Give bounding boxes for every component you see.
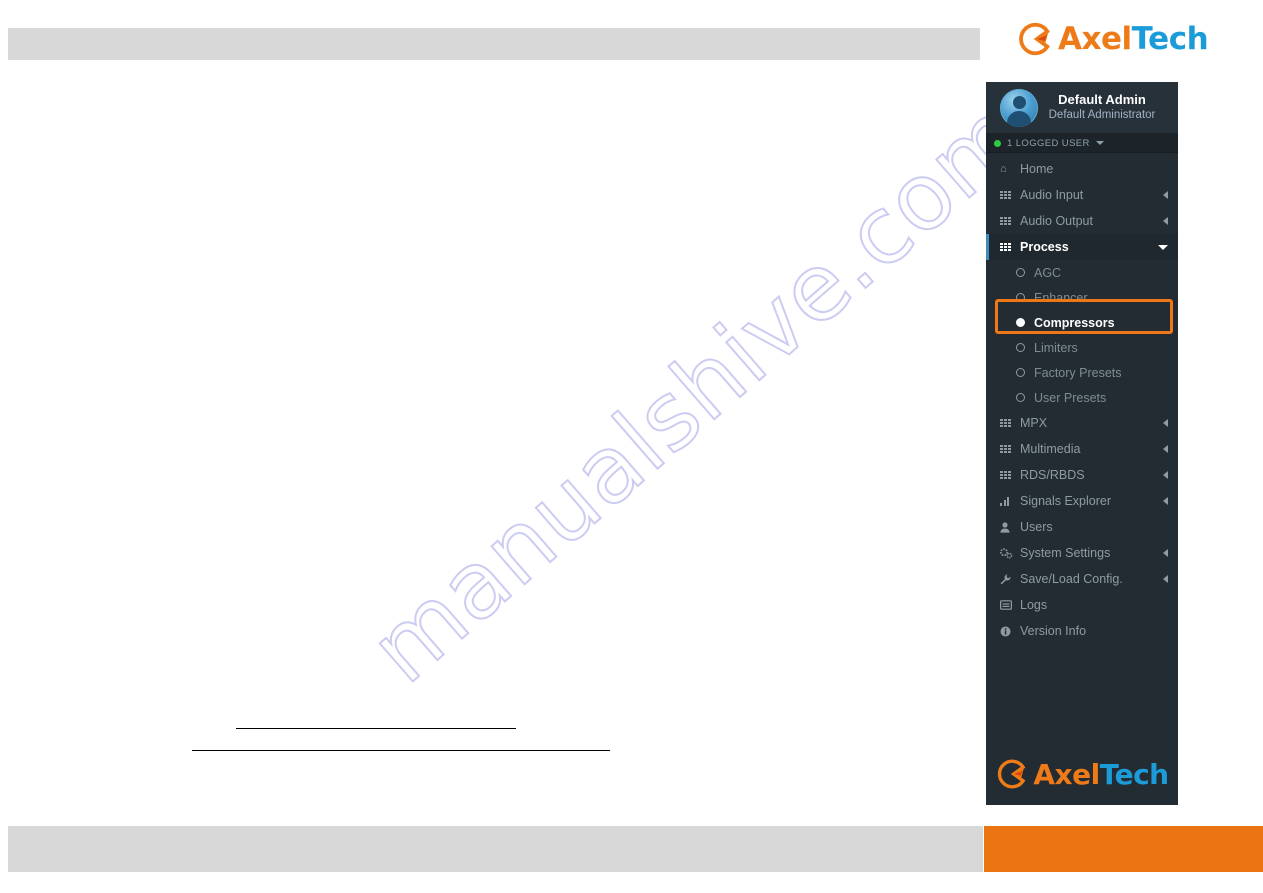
user-name: Default Admin	[1058, 92, 1146, 108]
sidebar-item-label: Audio Output	[1020, 214, 1093, 228]
page-footer-accent-bar	[984, 826, 1263, 872]
submenu-item-label: Factory Presets	[1034, 365, 1122, 380]
chevron-left-icon	[1163, 471, 1168, 479]
submenu-item-user-presets[interactable]: User Presets	[986, 385, 1178, 410]
sidebar-item-users[interactable]: Users	[986, 514, 1178, 540]
grid-icon	[1000, 242, 1014, 252]
sidebar-nav: ⌂ Home Audio Input Audio Output Process …	[986, 153, 1178, 644]
sidebar-item-version-info[interactable]: Version Info	[986, 618, 1178, 644]
content-rule-top	[236, 728, 516, 729]
chevron-left-icon	[1163, 191, 1168, 199]
sidebar-item-label: RDS/RBDS	[1020, 468, 1085, 482]
sidebar-item-rds-rbds[interactable]: RDS/RBDS	[986, 462, 1178, 488]
grid-icon	[1000, 216, 1014, 226]
bar-chart-icon	[1000, 496, 1014, 506]
sidebar-item-label: System Settings	[1020, 546, 1111, 560]
chevron-left-icon	[1163, 575, 1168, 583]
user-role: Default Administrator	[1048, 109, 1156, 122]
brand-word-axel: Axel	[1058, 21, 1132, 57]
user-info: Default Admin Default Administrator	[1038, 92, 1168, 123]
sidebar-item-mpx[interactable]: MPX	[986, 410, 1178, 436]
sidebar-item-audio-input[interactable]: Audio Input	[986, 182, 1178, 208]
brand-logo-footer: AxelTech	[995, 757, 1169, 791]
sidebar-item-label: Version Info	[1020, 624, 1087, 638]
sidebar-item-label: Audio Input	[1020, 188, 1084, 202]
watermark: manualshive.com	[350, 78, 1047, 704]
online-status-dot-icon	[994, 139, 1001, 147]
submenu-item-enhancer[interactable]: Enhancer	[986, 285, 1178, 310]
submenu-item-compressors[interactable]: Compressors	[986, 310, 1178, 335]
logged-user-label: 1 LOGGED USER	[1007, 137, 1090, 149]
brand-wordmark: AxelTech	[1058, 21, 1209, 57]
sidebar-item-system-settings[interactable]: System Settings	[986, 540, 1178, 566]
submenu-item-limiters[interactable]: Limiters	[986, 335, 1178, 360]
grid-icon	[1000, 418, 1014, 428]
submenu-item-agc[interactable]: AGC	[986, 260, 1178, 285]
radio-bullet-icon	[1016, 393, 1025, 402]
chevron-left-icon	[1163, 497, 1168, 505]
user-avatar-icon	[1000, 88, 1038, 127]
radio-bullet-icon	[1016, 268, 1025, 277]
sidebar-item-label: Users	[1020, 520, 1053, 534]
sidebar-item-multimedia[interactable]: Multimedia	[986, 436, 1178, 462]
chevron-left-icon	[1163, 217, 1168, 225]
home-icon: ⌂	[1000, 162, 1007, 175]
sidebar-item-label: Home	[1020, 162, 1054, 176]
info-icon	[1000, 626, 1014, 637]
user-panel[interactable]: Default Admin Default Administrator	[986, 82, 1178, 134]
content-rule-bottom	[192, 750, 610, 751]
sidebar-item-label: Save/Load Config.	[1020, 572, 1123, 586]
brand-word-tech: Tech	[1099, 757, 1169, 791]
sidebar-item-process[interactable]: Process	[986, 234, 1178, 260]
sidebar-item-home[interactable]: ⌂ Home	[986, 156, 1178, 182]
process-submenu: AGC Enhancer Compressors Limiters Factor…	[986, 260, 1178, 410]
logged-user-bar[interactable]: 1 LOGGED USER	[986, 134, 1178, 153]
radio-bullet-icon	[1016, 343, 1025, 352]
brand-word-axel: Axel	[1033, 757, 1100, 791]
sidebar-item-label: Process	[1020, 240, 1069, 254]
submenu-item-label: Compressors	[1034, 315, 1115, 330]
submenu-item-label: AGC	[1034, 265, 1062, 280]
radio-bullet-filled-icon	[1016, 318, 1025, 327]
chevron-down-icon	[1158, 244, 1168, 250]
submenu-item-label: Limiters	[1034, 340, 1078, 355]
grid-icon	[1000, 444, 1014, 454]
wrench-icon	[1000, 573, 1014, 585]
sidebar-item-label: MPX	[1020, 416, 1048, 430]
submenu-item-label: Enhancer	[1034, 290, 1088, 305]
sidebar-item-logs[interactable]: Logs	[986, 592, 1178, 618]
sidebar-item-label: Multimedia	[1020, 442, 1081, 456]
gears-icon	[1000, 547, 1014, 559]
grid-icon	[1000, 470, 1014, 480]
radio-bullet-icon	[1016, 368, 1025, 377]
brand-wordmark: AxelTech	[1033, 757, 1169, 791]
chevron-left-icon	[1163, 549, 1168, 557]
sidebar-item-label: Signals Explorer	[1020, 494, 1112, 508]
caret-down-icon[interactable]	[1095, 141, 1104, 145]
axeltech-logo-mark-icon	[995, 757, 1029, 791]
user-icon	[1000, 521, 1014, 533]
page-header-bar	[8, 28, 980, 60]
axeltech-logo-mark-icon	[1016, 20, 1054, 58]
chevron-left-icon	[1163, 445, 1168, 453]
list-icon	[1000, 600, 1014, 610]
page-footer-bar	[8, 826, 983, 872]
grid-icon	[1000, 190, 1014, 200]
submenu-item-label: User Presets	[1034, 390, 1107, 405]
radio-bullet-icon	[1016, 293, 1025, 302]
sidebar-item-signals-explorer[interactable]: Signals Explorer	[986, 488, 1178, 514]
chevron-left-icon	[1163, 419, 1168, 427]
sidebar: Default Admin Default Administrator 1 LO…	[986, 82, 1178, 805]
submenu-item-factory-presets[interactable]: Factory Presets	[986, 360, 1178, 385]
sidebar-item-label: Logs	[1020, 598, 1048, 612]
sidebar-footer-logo: AxelTech	[986, 757, 1178, 791]
sidebar-item-audio-output[interactable]: Audio Output	[986, 208, 1178, 234]
brand-logo-header: AxelTech	[1016, 20, 1209, 58]
sidebar-item-save-load-config[interactable]: Save/Load Config.	[986, 566, 1178, 592]
brand-word-tech: Tech	[1131, 21, 1209, 57]
